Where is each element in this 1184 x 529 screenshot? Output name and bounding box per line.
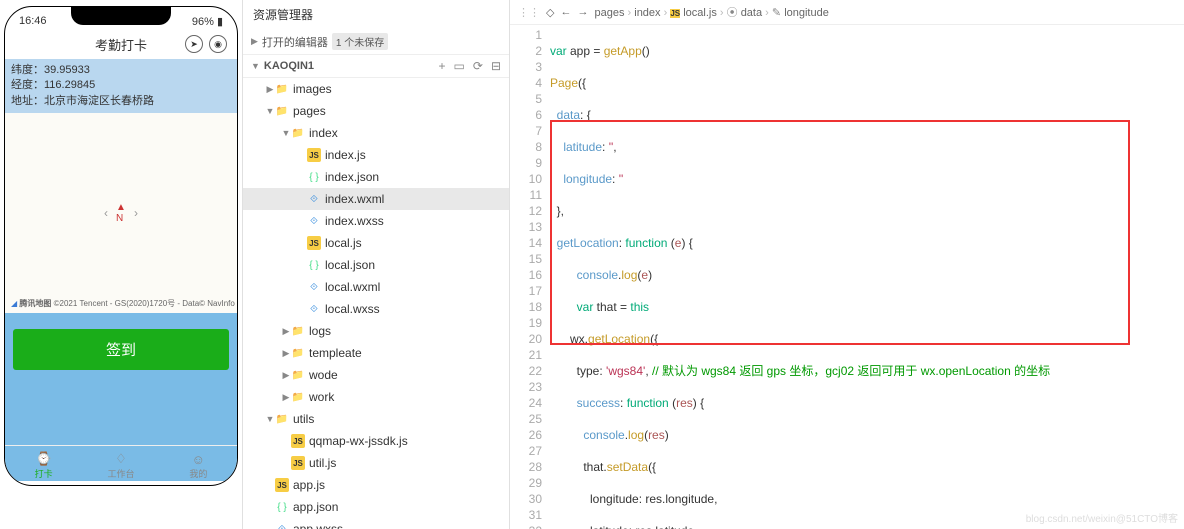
js-icon: JS: [291, 434, 305, 448]
tree-item-local-js[interactable]: JSlocal.js: [243, 232, 509, 254]
line-gutter: 1234567891011121314151617181920212223242…: [510, 25, 550, 529]
tree-item-local-wxss[interactable]: ⟐local.wxss: [243, 298, 509, 320]
tree-item-index-wxss[interactable]: ⟐index.wxss: [243, 210, 509, 232]
wxss-icon: ⟐: [275, 522, 289, 529]
tree-item-index[interactable]: ▼📁index: [243, 122, 509, 144]
refresh-icon[interactable]: ⟳: [473, 59, 483, 73]
phone-notch: [71, 7, 171, 25]
editor-body[interactable]: 1234567891011121314151617181920212223242…: [510, 25, 1184, 529]
status-time: 16:46: [19, 15, 47, 27]
tree-item-wode[interactable]: ▶📁wode: [243, 364, 509, 386]
folder-icon: 📁: [291, 346, 305, 360]
tree-item-app-wxss[interactable]: ⟐app.wxss: [243, 518, 509, 529]
wxml-icon: ⟐: [307, 192, 321, 206]
chevron-right-icon: ▶: [251, 36, 258, 47]
breadcrumb[interactable]: pages › index › JS local.js › ⦿ data › ✎…: [594, 4, 828, 20]
tree-item-index-js[interactable]: JSindex.js: [243, 144, 509, 166]
map-view[interactable]: ‹▲N› ◢ 腾讯地图 ©2021 Tencent - GS(2020)1720…: [5, 113, 237, 313]
tree-item-images[interactable]: ▶📁images: [243, 78, 509, 100]
wxss-icon: ⟐: [307, 302, 321, 316]
tree-item-index-json[interactable]: { }index.json: [243, 166, 509, 188]
phone-frame: 16:46 96% ▮ 考勤打卡 ➤ ◉ 纬度：39.95933 经度：116.…: [4, 6, 238, 486]
folder-icon: 📁: [275, 104, 289, 118]
folder-icon: 📁: [291, 368, 305, 382]
folder-icon: 📁: [291, 390, 305, 404]
file-tree: ▶📁images▼📁pages▼📁indexJSindex.js{ }index…: [243, 78, 509, 529]
editor-toolbar: ⋮⋮ ◇ ← → pages › index › JS local.js › ⦿…: [510, 0, 1184, 25]
tab-me[interactable]: ☺我的: [160, 446, 237, 485]
tree-item-utils[interactable]: ▼📁utils: [243, 408, 509, 430]
folder-icon: 📁: [275, 412, 289, 426]
tree-item-pages[interactable]: ▼📁pages: [243, 100, 509, 122]
page-title: 考勤打卡: [95, 35, 147, 54]
wxml-icon: ⟐: [307, 280, 321, 294]
tab-checkin[interactable]: ⌚打卡: [5, 446, 82, 485]
code-content[interactable]: var app = getApp() Page({ data: { latitu…: [550, 25, 1184, 529]
sign-in-button[interactable]: 签到: [13, 329, 229, 370]
compass-icon: ‹▲N›: [104, 202, 138, 224]
collapse-icon[interactable]: ⊟: [491, 59, 501, 73]
unsaved-badge: 1 个未保存: [332, 33, 388, 50]
json-icon: { }: [307, 258, 321, 272]
explorer-title: 资源管理器: [243, 0, 509, 29]
tab-bar: ⌚打卡 ♢工作台 ☺我的: [5, 445, 237, 485]
wxss-icon: ⟐: [307, 214, 321, 228]
share-icon[interactable]: ➤: [185, 35, 203, 53]
target-icon[interactable]: ◉: [209, 35, 227, 53]
bookmark-icon[interactable]: ◇: [546, 6, 554, 19]
map-copyright: ◢ 腾讯地图 ©2021 Tencent - GS(2020)1720号 - D…: [11, 298, 235, 309]
js-icon: JS: [291, 456, 305, 470]
tab-workbench[interactable]: ♢工作台: [82, 446, 159, 485]
nav-back-icon[interactable]: ←: [560, 6, 571, 18]
js-icon: JS: [307, 148, 321, 162]
folder-icon: 📁: [275, 82, 289, 96]
new-file-icon[interactable]: +: [439, 59, 446, 73]
open-editors-row[interactable]: ▶ 打开的编辑器 1 个未保存: [243, 29, 509, 55]
js-icon: JS: [307, 236, 321, 250]
watermark: blog.csdn.net/weixin@51CTO博客: [1026, 510, 1178, 525]
tree-item-app-json[interactable]: { }app.json: [243, 496, 509, 518]
tree-item-util-js[interactable]: JSutil.js: [243, 452, 509, 474]
status-battery: 96% ▮: [192, 15, 223, 28]
tree-item-work[interactable]: ▶📁work: [243, 386, 509, 408]
json-icon: { }: [307, 170, 321, 184]
tree-item-logs[interactable]: ▶📁logs: [243, 320, 509, 342]
chevron-down-icon: ▼: [251, 61, 260, 71]
simulator-panel: 16:46 96% ▮ 考勤打卡 ➤ ◉ 纬度：39.95933 经度：116.…: [0, 0, 242, 529]
mini-program-titlebar: 考勤打卡 ➤ ◉: [5, 29, 237, 59]
project-row[interactable]: ▼ KAOQIN1 + ▭ ⟳ ⊟: [243, 55, 509, 78]
new-folder-icon[interactable]: ▭: [454, 59, 465, 73]
tree-item-index-wxml[interactable]: ⟐index.wxml: [243, 188, 509, 210]
js-icon: JS: [275, 478, 289, 492]
tree-item-qqmap-wx-jssdk-js[interactable]: JSqqmap-wx-jssdk.js: [243, 430, 509, 452]
tree-item-local-wxml[interactable]: ⟐local.wxml: [243, 276, 509, 298]
location-info: 纬度：39.95933 经度：116.29845 地址：北京市海淀区长春桥路: [5, 59, 237, 113]
code-editor: ⋮⋮ ◇ ← → pages › index › JS local.js › ⦿…: [510, 0, 1184, 529]
tree-item-templeate[interactable]: ▶📁templeate: [243, 342, 509, 364]
folder-icon: 📁: [291, 324, 305, 338]
file-explorer: 资源管理器 ▶ 打开的编辑器 1 个未保存 ▼ KAOQIN1 + ▭ ⟳ ⊟ …: [242, 0, 510, 529]
tree-item-local-json[interactable]: { }local.json: [243, 254, 509, 276]
nav-forward-icon[interactable]: →: [577, 6, 588, 18]
folder-icon: 📁: [291, 126, 305, 140]
tree-item-app-js[interactable]: JSapp.js: [243, 474, 509, 496]
json-icon: { }: [275, 500, 289, 514]
